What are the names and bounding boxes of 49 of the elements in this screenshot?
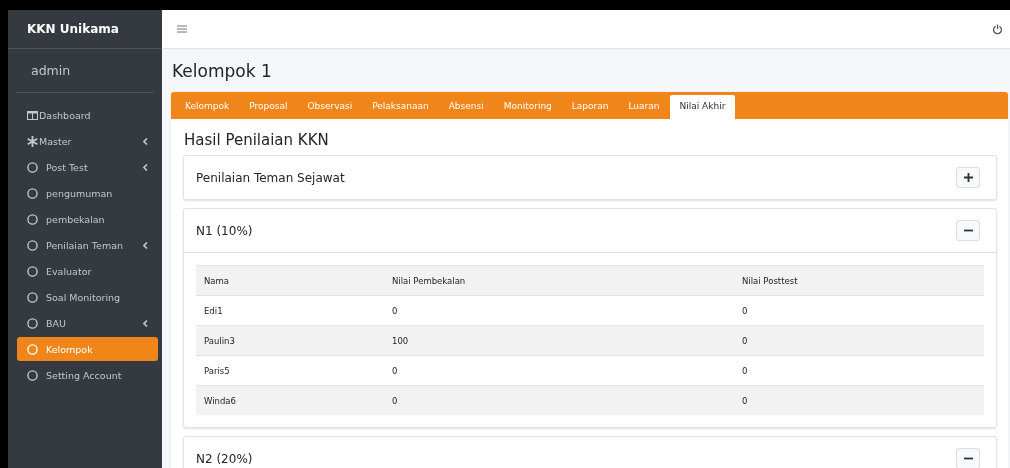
sidebar-item[interactable]: Soal Monitoring: [17, 285, 158, 309]
sidebar-item[interactable]: Setting Account: [17, 363, 158, 387]
table-cell: Winda6: [196, 385, 384, 415]
table-cell: Paulin3: [196, 325, 384, 356]
circle-icon: [27, 187, 38, 199]
collapse-button[interactable]: [956, 220, 980, 241]
table-cell: 0: [734, 295, 984, 326]
user-name: admin: [31, 63, 71, 78]
circle-icon: [27, 161, 38, 173]
table-cell: 0: [734, 325, 984, 356]
circle-icon: [27, 317, 38, 329]
dashboard-icon: [27, 110, 38, 120]
sidebar-item[interactable]: pembekalan: [17, 207, 158, 231]
collapse-button[interactable]: [956, 448, 980, 468]
sidebar-item[interactable]: Post Test: [17, 155, 158, 179]
sidebar-item[interactable]: Dashboard: [17, 103, 158, 127]
sidebar-item[interactable]: BAU: [17, 311, 158, 335]
circle-icon: [27, 369, 38, 381]
column-header: Nilai Posttest: [734, 265, 984, 296]
column-header: Nilai Pembekalan: [384, 265, 734, 296]
section-title: Hasil Penilaian KKN: [184, 131, 330, 149]
tab[interactable]: Nilai Akhir: [669, 95, 736, 119]
column-header: Nama: [196, 265, 384, 296]
table-cell: 0: [384, 355, 734, 386]
sidebar-item[interactable]: Penilaian Teman: [17, 233, 158, 257]
table-cell: 0: [384, 295, 734, 326]
table-cell: 0: [384, 385, 734, 415]
table-cell: 0: [734, 355, 984, 386]
table-cell: Paris5: [196, 355, 384, 386]
table-cell: 0: [734, 385, 984, 415]
sidebar-item[interactable]: Master: [17, 129, 158, 153]
panel-title: N2 (20%): [196, 451, 253, 466]
panel-title: Penilaian Teman Sejawat: [196, 170, 345, 185]
page-title: Kelompok 1: [172, 61, 273, 81]
sidebar-item[interactable]: pengumuman: [17, 181, 158, 205]
circle-icon: [27, 213, 38, 225]
circle-icon: [27, 343, 38, 355]
asterisk-icon: [27, 135, 38, 147]
table-cell: Edi1: [196, 295, 384, 326]
plus-icon: [963, 173, 973, 182]
circle-icon: [27, 265, 38, 277]
panel-title: N1 (10%): [196, 223, 253, 238]
menu-icon[interactable]: [177, 25, 187, 33]
circle-icon: [27, 239, 38, 251]
expand-button[interactable]: [956, 167, 980, 188]
table-cell: 100: [384, 325, 734, 356]
sidebar-item[interactable]: Evaluator: [17, 259, 158, 283]
power-icon[interactable]: [992, 23, 1003, 35]
circle-icon: [27, 291, 38, 303]
